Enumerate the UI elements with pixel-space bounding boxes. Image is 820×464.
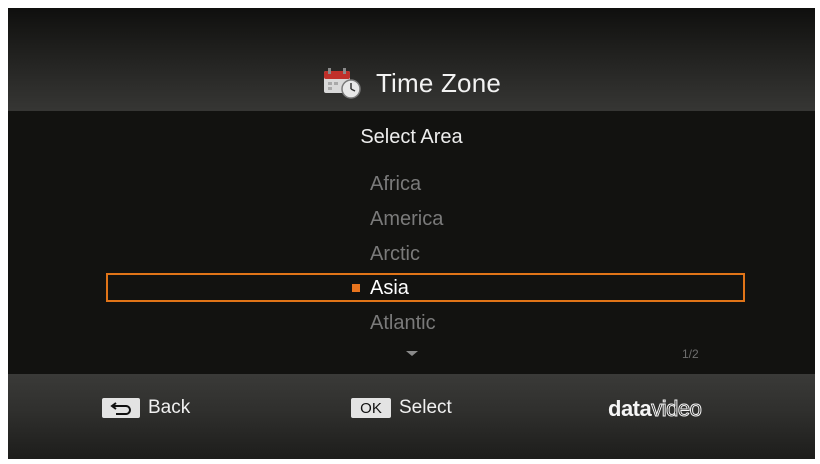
logo-light: video [651, 396, 703, 422]
list-item-label: Atlantic [370, 312, 436, 334]
back-key [102, 398, 140, 418]
select-label: Select [399, 397, 452, 418]
footer-bar: Back OK Select datavideo [8, 374, 815, 459]
page-indicator: 1/2 [682, 347, 699, 361]
title-row: Time Zone [8, 65, 815, 101]
header-bar: Time Zone [8, 8, 815, 111]
return-arrow-icon [110, 402, 131, 415]
list-item-label: Arctic [370, 243, 420, 265]
list-item-label: America [370, 208, 444, 230]
list-item-label: Asia [370, 277, 409, 299]
list-item-africa[interactable]: Africa [370, 169, 421, 199]
list-item-arctic[interactable]: Arctic [370, 239, 420, 269]
main-panel: Select Area Africa America Arctic Asia A… [8, 111, 815, 374]
back-button[interactable]: Back [102, 397, 190, 419]
datavideo-logo: datavideo [608, 396, 703, 422]
list-item-atlantic[interactable]: Atlantic [370, 308, 436, 338]
list-item-america[interactable]: America [370, 204, 443, 234]
calendar-clock-icon [322, 66, 362, 100]
logo-bold: data [608, 396, 652, 421]
section-title: Select Area [360, 126, 463, 148]
selection-highlight [106, 273, 745, 302]
select-button[interactable]: OK Select [351, 397, 452, 419]
list-item-label: Africa [370, 173, 422, 195]
list-item-asia[interactable]: Asia [352, 273, 409, 303]
back-label: Back [148, 397, 191, 418]
tv-screen: Time Zone Select Area Africa America Arc… [8, 8, 815, 459]
selected-bullet-icon [352, 284, 360, 292]
scroll-down-icon[interactable] [406, 351, 418, 356]
page-title: Time Zone [375, 67, 502, 98]
ok-key: OK [351, 398, 391, 418]
